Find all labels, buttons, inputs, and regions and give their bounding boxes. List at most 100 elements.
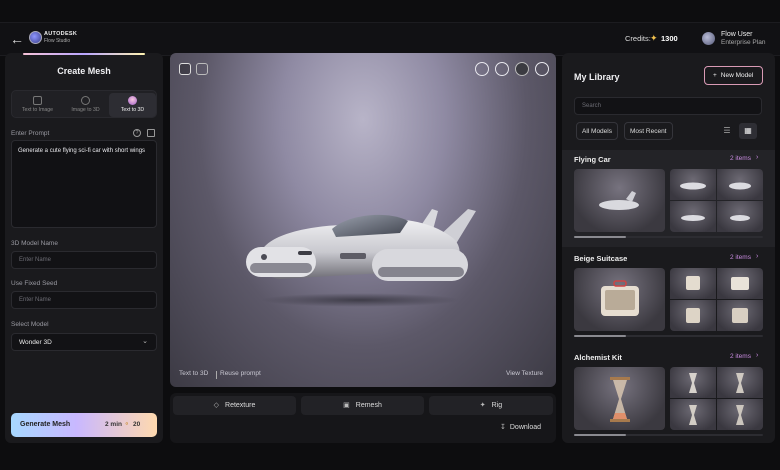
grid-toggle-icon[interactable]: [179, 63, 191, 75]
flying-car-model: [246, 209, 476, 281]
frame-icon[interactable]: [196, 63, 208, 75]
generate-cost: 20: [133, 421, 141, 428]
generate-time: 2 min: [105, 421, 122, 428]
autodesk-logo: [29, 31, 42, 44]
suitcase-variants[interactable]: [670, 268, 763, 331]
rig-label: Rig: [491, 402, 503, 409]
section-title: Alchemist Kit: [574, 353, 622, 362]
list-view-icon[interactable]: ☰: [718, 123, 736, 139]
sphere-icon: [81, 96, 90, 105]
user-plan: Enterprise Plan: [721, 39, 766, 46]
retexture-label: Retexture: [225, 402, 256, 409]
flying-car-thumbnail[interactable]: [574, 169, 665, 232]
credits-star-icon: ✦: [650, 33, 658, 43]
book-icon[interactable]: [147, 129, 155, 137]
prompt-label: Enter Prompt: [11, 130, 50, 137]
chevron-down-icon: ⌄: [142, 338, 148, 345]
retexture-icon: ◇: [213, 402, 220, 409]
brand-name: AUTODESK: [44, 31, 78, 37]
rig-button[interactable]: ✦ Rig: [429, 396, 553, 415]
library-section-beige-suitcase: Beige Suitcase 2 items ›: [562, 249, 775, 346]
select-model-label: Select Model: [11, 321, 49, 328]
top-bar: ← AUTODESK Flow Studio Credits: ✦ 1300 F…: [0, 22, 780, 56]
mode-tabs: Text to Image Image to 3D Text to 3D: [11, 90, 157, 118]
product-name: Flow Studio: [44, 38, 71, 44]
seed-input[interactable]: Enter Name: [11, 291, 157, 309]
model-shadow: [260, 293, 460, 307]
chevron-right-icon: ›: [756, 253, 759, 260]
viewport-mode-label: Text to 3D: [179, 370, 209, 377]
library-section-alchemist-kit: Alchemist Kit 2 items ›: [562, 348, 775, 443]
scroll-indicator[interactable]: [574, 236, 763, 238]
panel-accent-line: [23, 53, 145, 55]
back-arrow-icon[interactable]: ←: [10, 31, 26, 47]
filter-all-models[interactable]: All Models: [576, 122, 618, 140]
section-count-link[interactable]: 2 items: [730, 155, 751, 162]
library-search-input[interactable]: Search: [574, 97, 762, 115]
download-label: Download: [509, 424, 542, 431]
image-icon: [33, 96, 42, 105]
model-select[interactable]: Wonder 3D ⌄: [11, 333, 157, 351]
library-panel: My Library + New Model Search All Models …: [562, 53, 775, 443]
generate-label: Generate Mesh: [20, 421, 71, 428]
shaded-sphere-icon[interactable]: [515, 62, 529, 76]
library-section-flying-car: Flying Car 2 items ›: [562, 150, 775, 247]
model-name-label: 3D Model Name: [11, 240, 58, 247]
tab-label: Text to Image: [21, 107, 54, 113]
hourglass-variants[interactable]: [670, 367, 763, 430]
tab-label: Image to 3D: [71, 107, 100, 113]
reuse-prompt-link[interactable]: Reuse prompt: [220, 370, 261, 377]
wireframe-off-icon[interactable]: [475, 62, 489, 76]
retexture-button[interactable]: ◇ Retexture: [173, 396, 296, 415]
tab-label: Text to 3D: [120, 107, 145, 113]
section-count-link[interactable]: 2 items: [730, 353, 751, 360]
panel-title: Create Mesh: [57, 66, 111, 76]
suitcase-thumbnail-image: [601, 280, 639, 316]
section-title: Flying Car: [574, 155, 611, 164]
new-model-button[interactable]: + New Model: [704, 66, 763, 85]
remesh-button[interactable]: ▣ Remesh: [301, 396, 424, 415]
tab-text-to-image[interactable]: Text to Image: [14, 93, 61, 117]
help-icon[interactable]: ?: [133, 129, 141, 137]
download-button[interactable]: ↧ Download: [500, 423, 541, 431]
chevron-right-icon: ›: [756, 352, 759, 359]
globe-icon[interactable]: [535, 62, 549, 76]
orb-icon: [128, 96, 137, 105]
scroll-indicator[interactable]: [574, 434, 763, 436]
flying-car-variants[interactable]: [670, 169, 763, 232]
cube-icon: ▣: [343, 402, 350, 409]
model-viewport[interactable]: Text to 3D Reuse prompt View Texture: [170, 53, 556, 387]
new-model-label: New Model: [720, 72, 754, 79]
chevron-right-icon: ›: [756, 154, 759, 161]
prompt-textarea[interactable]: Generate a cute flying sci-fi car with s…: [11, 140, 157, 228]
user-name[interactable]: Flow User: [721, 31, 753, 38]
generate-mesh-button[interactable]: Generate Mesh 2 min ⚬ 20: [11, 413, 157, 437]
user-avatar[interactable]: [702, 32, 715, 45]
view-texture-link[interactable]: View Texture: [506, 370, 543, 377]
section-count-link[interactable]: 2 items: [730, 254, 751, 261]
rig-icon: ✦: [479, 402, 486, 409]
action-bar: ◇ Retexture ▣ Remesh ✦ Rig ↧ Download: [170, 393, 556, 443]
tab-image-to-3d[interactable]: Image to 3D: [62, 93, 109, 117]
model-name-input[interactable]: Enter Name: [11, 251, 157, 269]
target-icon[interactable]: [495, 62, 509, 76]
scroll-indicator[interactable]: [574, 335, 763, 337]
credits-label: Credits:: [625, 34, 651, 43]
section-title: Beige Suitcase: [574, 254, 628, 263]
tab-text-to-3d[interactable]: Text to 3D: [109, 93, 156, 117]
credits-value: 1300: [661, 34, 678, 43]
plus-icon: +: [713, 72, 717, 79]
download-icon: ↧: [500, 424, 506, 431]
seed-label: Use Fixed Seed: [11, 280, 58, 287]
coin-icon: ⚬: [124, 421, 130, 428]
hourglass-thumbnail[interactable]: [574, 367, 665, 430]
remesh-label: Remesh: [355, 402, 382, 409]
filter-most-recent[interactable]: Most Recent: [624, 122, 673, 140]
car-thumbnail-image: [599, 191, 639, 210]
divider: [216, 371, 217, 379]
hourglass-thumbnail-image: [610, 377, 630, 422]
library-title: My Library: [574, 72, 620, 82]
grid-view-icon[interactable]: ▦: [739, 123, 757, 139]
suitcase-thumbnail[interactable]: [574, 268, 665, 331]
create-mesh-panel: Create Mesh Text to Image Image to 3D Te…: [5, 53, 163, 443]
